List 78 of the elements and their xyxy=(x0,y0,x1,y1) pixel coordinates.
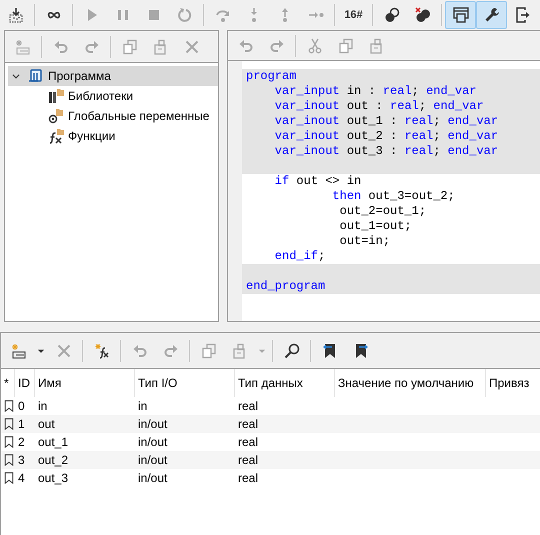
tree-item[interactable]: Глобальные переменные xyxy=(48,106,218,126)
table-cell-text: out_1 xyxy=(37,434,70,451)
library-icon xyxy=(48,88,64,104)
bookmark-icon[interactable] xyxy=(3,435,15,449)
bookmark-icon[interactable] xyxy=(3,471,15,485)
breakpoint-icon xyxy=(384,7,400,23)
code-line: out_1=out; xyxy=(338,219,413,234)
tree-item[interactable]: Программа xyxy=(8,66,218,86)
add-icon xyxy=(10,342,26,358)
program-icon xyxy=(28,68,44,84)
scissors-icon xyxy=(306,38,322,54)
table-cell-text: in/out xyxy=(137,470,168,487)
code-line: if out <> in xyxy=(274,174,362,189)
window-icon xyxy=(452,7,468,23)
copy-icon xyxy=(338,38,354,54)
bookmark-icon[interactable] xyxy=(3,453,15,467)
table-cell-text: real xyxy=(237,416,260,433)
close-icon xyxy=(56,342,72,358)
window-button[interactable] xyxy=(445,1,476,29)
add-function-icon xyxy=(94,342,110,358)
paste-icon xyxy=(152,38,168,54)
column-header[interactable]: * xyxy=(1,369,15,397)
redo-icon xyxy=(84,38,100,54)
function-icon xyxy=(48,128,64,144)
hex-format-button[interactable]: 16# xyxy=(338,1,369,29)
column-header[interactable]: Тип данных xyxy=(235,369,335,397)
column-header[interactable]: Имя xyxy=(35,369,135,397)
column-header[interactable]: Тип I/O xyxy=(135,369,235,397)
undo-icon xyxy=(238,38,254,54)
table-cell-text: 0 xyxy=(17,398,26,415)
table-cell-text: in/out xyxy=(137,434,168,451)
table-cell-text: 1 xyxy=(17,416,26,433)
download-icon xyxy=(8,7,24,23)
code-line: then out_3=out_2; xyxy=(331,189,456,204)
restart-icon xyxy=(176,7,192,23)
table-cell-text: out xyxy=(37,416,56,433)
clear-breakpoints-icon xyxy=(414,7,430,23)
table-cell-text: out_3 xyxy=(37,470,70,487)
close-icon xyxy=(184,38,200,54)
bookmark-icon[interactable] xyxy=(3,417,15,431)
column-header[interactable]: ID xyxy=(15,369,35,397)
table-row[interactable]: 1 out in/out real xyxy=(1,415,540,433)
bookmark-icon[interactable] xyxy=(3,399,15,413)
paste-icon xyxy=(368,38,384,54)
table-cell-text: real xyxy=(237,398,260,415)
column-header[interactable]: Привяз xyxy=(486,369,540,397)
undo-icon xyxy=(52,38,68,54)
table-cell-text: out_2 xyxy=(37,452,70,469)
table-cell-text: in xyxy=(37,398,48,415)
wrench-icon xyxy=(484,7,500,23)
tree-item[interactable]: Библиотеки xyxy=(48,86,218,106)
paste-icon xyxy=(232,342,248,358)
table-cell-text: real xyxy=(237,452,260,469)
settings-button[interactable] xyxy=(476,1,507,29)
table-cell-text: real xyxy=(237,470,260,487)
table-row[interactable]: 3 out_2 in/out real xyxy=(1,451,540,469)
table-cell-text: in/out xyxy=(137,452,168,469)
undo-icon xyxy=(132,342,148,358)
exit-icon xyxy=(514,7,530,23)
search-icon xyxy=(284,342,300,358)
redo-icon xyxy=(162,342,178,358)
copy-icon xyxy=(200,342,216,358)
table-cell-text: 2 xyxy=(17,434,26,451)
redo-icon xyxy=(268,38,284,54)
table-cell-text: real xyxy=(237,434,260,451)
global-variables-icon xyxy=(48,108,64,124)
table-cell-text: in/out xyxy=(137,416,168,433)
table-cell-text: 3 xyxy=(17,452,26,469)
add-icon xyxy=(14,38,30,54)
table-cell-text: 4 xyxy=(17,470,26,487)
table-cell-text: in xyxy=(137,398,148,415)
copy-icon xyxy=(122,38,138,54)
code-line: out_2=out_1; xyxy=(338,204,428,219)
bookmark-arrow-left-icon xyxy=(322,342,338,358)
code-line: end_if; xyxy=(274,249,326,264)
column-header[interactable]: Значение по умолчанию xyxy=(335,369,486,397)
tree-item[interactable]: Функции xyxy=(48,126,218,146)
code-line: out=in; xyxy=(338,234,392,249)
